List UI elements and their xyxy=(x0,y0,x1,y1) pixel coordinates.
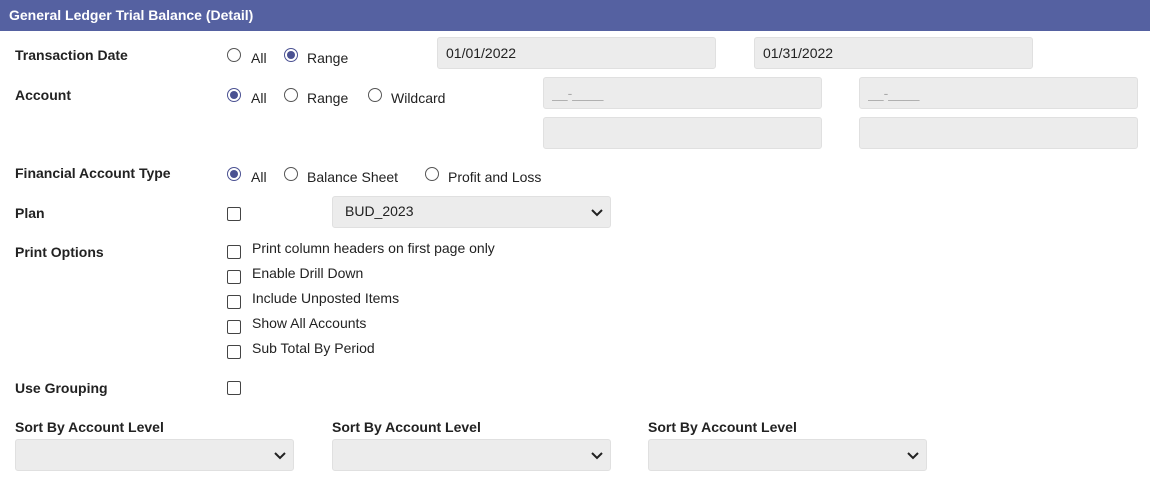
include-unposted-checkbox[interactable] xyxy=(227,295,241,309)
plan-select[interactable]: BUD_2023 xyxy=(332,196,611,228)
chevron-down-icon xyxy=(907,452,919,460)
account-wildcard-label: Wildcard xyxy=(391,90,446,106)
show-all-accounts-checkbox[interactable] xyxy=(227,320,241,334)
sort-by-label-2: Sort By Account Level xyxy=(332,419,481,435)
transaction-date-all-label: All xyxy=(251,50,267,66)
transaction-date-range-radio[interactable] xyxy=(284,48,298,62)
account-all-label: All xyxy=(251,90,267,106)
account-range-label: Range xyxy=(307,90,349,106)
account-from-input[interactable] xyxy=(543,77,822,109)
use-grouping-label: Use Grouping xyxy=(15,380,108,396)
show-all-accounts-label: Show All Accounts xyxy=(252,315,367,331)
enable-drill-down-label: Enable Drill Down xyxy=(252,265,364,281)
fat-balance-sheet-label: Balance Sheet xyxy=(307,169,399,185)
sort-by-label-1: Sort By Account Level xyxy=(15,419,164,435)
fat-profit-loss-radio[interactable] xyxy=(425,167,439,181)
fat-balance-sheet-radio[interactable] xyxy=(284,167,298,181)
fat-all-radio[interactable] xyxy=(227,167,241,181)
print-options-label: Print Options xyxy=(15,244,104,260)
chevron-down-icon xyxy=(591,452,603,460)
transaction-date-label: Transaction Date xyxy=(15,47,128,63)
enable-drill-down-checkbox[interactable] xyxy=(227,270,241,284)
sort-by-select-3[interactable] xyxy=(648,439,927,471)
account-to-input[interactable] xyxy=(859,77,1138,109)
financial-account-type-label: Financial Account Type xyxy=(15,165,171,181)
account-from-description-input[interactable] xyxy=(543,117,822,149)
subtotal-by-period-checkbox[interactable] xyxy=(227,345,241,359)
transaction-date-from-input[interactable] xyxy=(437,37,716,69)
plan-select-value: BUD_2023 xyxy=(345,203,414,219)
sort-by-select-1[interactable] xyxy=(15,439,294,471)
transaction-date-all-radio[interactable] xyxy=(227,48,241,62)
account-label: Account xyxy=(15,87,71,103)
sort-by-select-2[interactable] xyxy=(332,439,611,471)
transaction-date-range-label: Range xyxy=(307,50,349,66)
sort-by-label-3: Sort By Account Level xyxy=(648,419,797,435)
fat-all-label: All xyxy=(251,169,267,185)
chevron-down-icon xyxy=(591,209,603,217)
plan-checkbox[interactable] xyxy=(227,207,241,221)
use-grouping-checkbox[interactable] xyxy=(227,381,241,395)
print-headers-first-page-label: Print column headers on first page only xyxy=(252,240,495,256)
chevron-down-icon xyxy=(274,452,286,460)
transaction-date-to-input[interactable] xyxy=(754,37,1033,69)
account-to-description-input[interactable] xyxy=(859,117,1138,149)
account-range-radio[interactable] xyxy=(284,88,298,102)
page-title: General Ledger Trial Balance (Detail) xyxy=(0,0,1150,31)
account-all-radio[interactable] xyxy=(227,88,241,102)
subtotal-by-period-label: Sub Total By Period xyxy=(252,340,375,356)
account-wildcard-radio[interactable] xyxy=(368,88,382,102)
fat-profit-loss-label: Profit and Loss xyxy=(448,169,542,185)
include-unposted-label: Include Unposted Items xyxy=(252,290,400,306)
print-headers-first-page-checkbox[interactable] xyxy=(227,245,241,259)
plan-label: Plan xyxy=(15,205,45,221)
